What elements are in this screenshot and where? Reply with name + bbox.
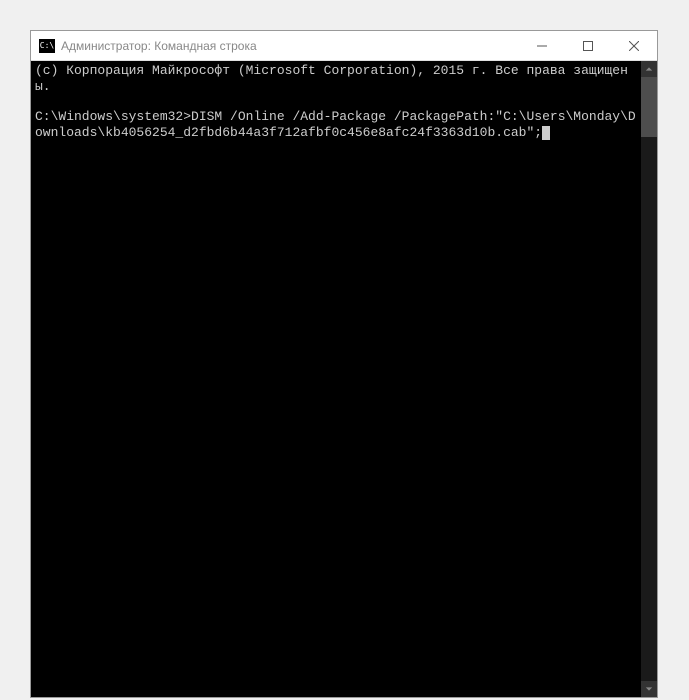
chevron-up-icon bbox=[645, 65, 653, 73]
vertical-scrollbar[interactable] bbox=[641, 61, 657, 697]
window-controls bbox=[519, 31, 657, 60]
copyright-text: (c) Корпорация Майкрософт (Microsoft Cor… bbox=[35, 63, 628, 94]
command-prompt-window: C:\ Администратор: Командная строка (c) … bbox=[30, 30, 658, 698]
chevron-down-icon bbox=[645, 685, 653, 693]
titlebar[interactable]: C:\ Администратор: Командная строка bbox=[31, 31, 657, 61]
close-icon bbox=[629, 41, 639, 51]
cmd-icon: C:\ bbox=[39, 39, 55, 53]
maximize-icon bbox=[583, 41, 593, 51]
scroll-up-button[interactable] bbox=[641, 61, 657, 77]
maximize-button[interactable] bbox=[565, 31, 611, 60]
minimize-icon bbox=[537, 41, 547, 51]
console-area: (c) Корпорация Майкрософт (Microsoft Cor… bbox=[31, 61, 657, 697]
prompt-text: C:\Windows\system32> bbox=[35, 109, 191, 124]
window-title: Администратор: Командная строка bbox=[61, 39, 519, 53]
console-output[interactable]: (c) Корпорация Майкрософт (Microsoft Cor… bbox=[31, 61, 641, 697]
scroll-down-button[interactable] bbox=[641, 681, 657, 697]
scroll-thumb[interactable] bbox=[641, 77, 657, 137]
minimize-button[interactable] bbox=[519, 31, 565, 60]
cursor bbox=[542, 126, 550, 140]
close-button[interactable] bbox=[611, 31, 657, 60]
